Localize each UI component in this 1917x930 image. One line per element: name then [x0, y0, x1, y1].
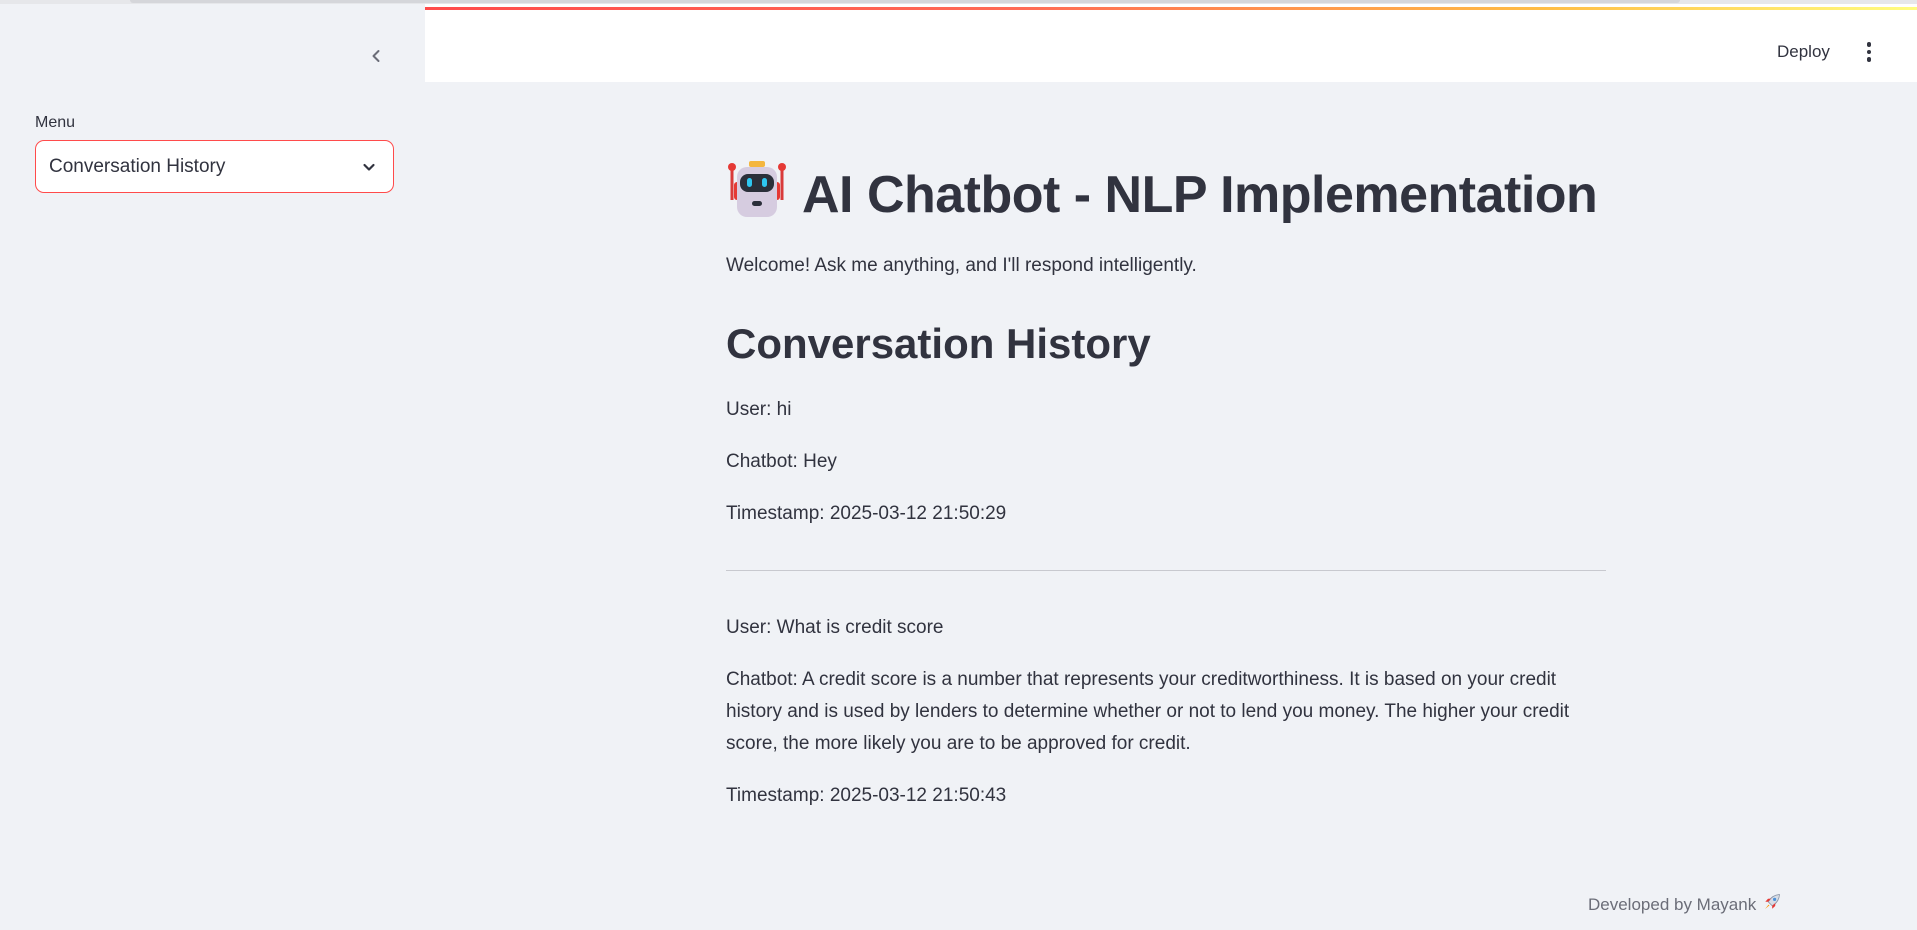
divider: [726, 570, 1606, 571]
user-message: User: hi: [726, 399, 792, 420]
kebab-menu-icon[interactable]: [1855, 36, 1883, 68]
footer-credit-text: Developed by Mayank: [1588, 894, 1757, 914]
message-timestamp: Timestamp: 2025-03-12 21:50:43: [726, 785, 1007, 806]
section-title: Conversation History: [726, 320, 1151, 367]
header-toolbar: [425, 4, 1917, 82]
menu-label: Menu: [35, 114, 76, 131]
menu-select-value: Conversation History: [49, 155, 226, 177]
bot-message: Chatbot: Hey: [726, 451, 837, 472]
page-title-text: AI Chatbot - NLP Implementation: [802, 166, 1598, 224]
deploy-button[interactable]: Deploy: [1765, 36, 1842, 68]
app-window: Menu Conversation History Deploy AI Chat…: [0, 0, 1917, 930]
chevron-left-icon: [372, 50, 380, 62]
robot-emoji-icon: [726, 160, 788, 218]
conversation-entry: User: What is credit score Chatbot: A cr…: [726, 612, 1608, 812]
bot-message: Chatbot: A credit score is a number that…: [726, 669, 1570, 754]
header-accent-bar: [425, 7, 1917, 10]
menu-select[interactable]: Conversation History: [35, 140, 394, 193]
chevron-down-icon: [359, 157, 379, 177]
sidebar-collapse-button[interactable]: [360, 40, 392, 72]
conversation-entry: User: hi Chatbot: Hey Timestamp: 2025-03…: [726, 394, 1608, 530]
footer-credit: Developed by Mayank: [1588, 892, 1782, 917]
message-timestamp: Timestamp: 2025-03-12 21:50:29: [726, 503, 1007, 524]
welcome-text: Welcome! Ask me anything, and I'll respo…: [726, 255, 1197, 276]
main-content: AI Chatbot - NLP Implementation Welcome!…: [726, 160, 1608, 812]
rocket-emoji-icon: [1762, 892, 1782, 917]
sidebar: Menu Conversation History: [4, 4, 424, 930]
page-title: AI Chatbot - NLP Implementation: [726, 160, 1608, 227]
user-message: User: What is credit score: [726, 617, 944, 638]
